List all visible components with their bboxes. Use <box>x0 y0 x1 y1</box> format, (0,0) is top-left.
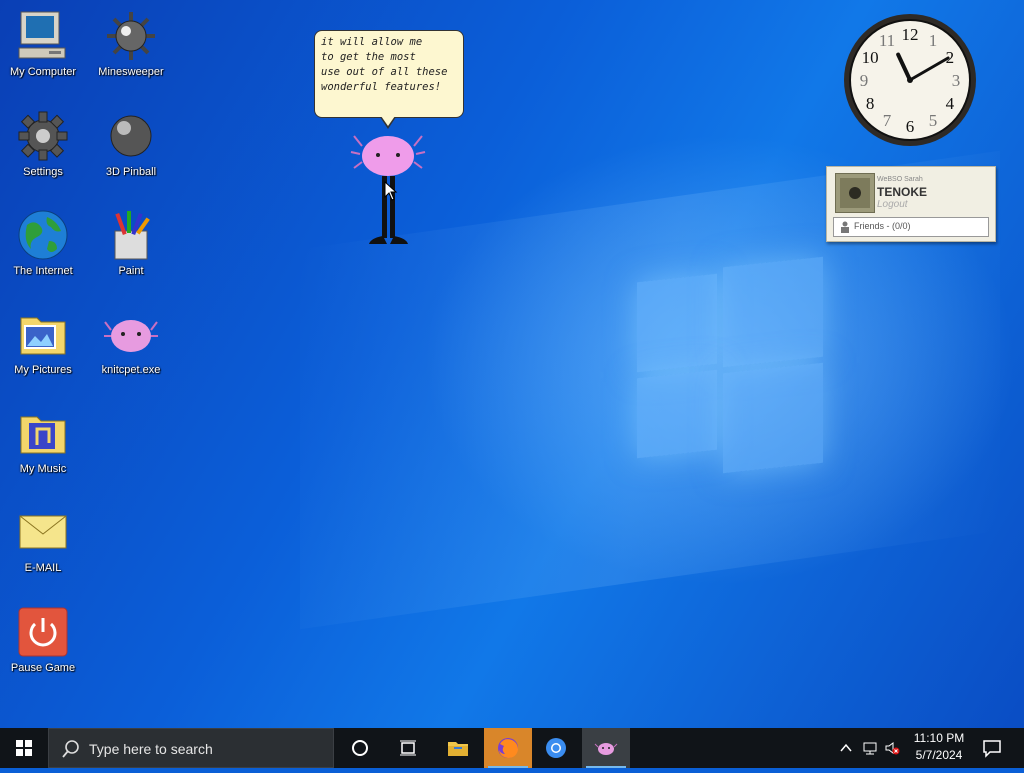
power-icon <box>18 607 68 657</box>
mine-icon <box>107 12 155 60</box>
clock-numeral: 12 <box>902 25 919 44</box>
music-folder-icon <box>20 416 66 454</box>
windows-start-icon <box>16 740 32 756</box>
chevron-up-icon[interactable] <box>838 740 854 756</box>
windows-logo-wallpaper <box>637 256 827 476</box>
folder-icon <box>448 742 468 756</box>
search-icon <box>62 740 79 758</box>
clock-numeral: 11 <box>879 31 895 50</box>
pictures-folder-icon <box>20 317 66 355</box>
desktop-icon-knitcpet[interactable]: knitcpet.exe <box>88 306 174 377</box>
clock-numeral: 8 <box>866 94 875 113</box>
desktop-icon-settings[interactable]: Settings <box>0 108 86 179</box>
friend-person-icon <box>841 221 849 233</box>
friends-label: Friends - (0/0) <box>854 221 911 231</box>
paint-icon <box>114 211 150 260</box>
network-icon[interactable] <box>862 740 878 756</box>
clock-numeral: 4 <box>946 94 955 113</box>
desktop-icon-3d-pinball[interactable]: 3D Pinball <box>88 108 174 179</box>
desktop-icon-label: Pause Game <box>10 662 76 674</box>
taskbar-file-explorer[interactable] <box>434 728 482 768</box>
taskbar-search-box[interactable]: Type here to search <box>48 728 334 768</box>
pinball-icon <box>110 115 152 157</box>
gear-icon <box>18 111 68 161</box>
task-view-icon <box>400 740 416 756</box>
widget-username: TENOKE <box>877 185 928 199</box>
desktop-icon-label: My Music <box>19 463 67 475</box>
desktop-icon-label: Minesweeper <box>98 66 164 78</box>
desktop-icon-label: My Pictures <box>14 364 72 376</box>
desktop-icon-label: My Computer <box>9 66 77 78</box>
speech-line: use out of all these <box>321 66 448 78</box>
task-view-button[interactable] <box>384 728 432 768</box>
search-placeholder: Type here to search <box>89 741 213 757</box>
logout-link[interactable]: Logout <box>877 199 908 210</box>
desktop-icon-internet[interactable]: The Internet <box>0 207 86 278</box>
taskbar-firefox[interactable] <box>484 728 532 768</box>
start-button[interactable] <box>0 728 48 768</box>
desktop-icon-label: The Internet <box>13 265 73 277</box>
desktop-icon-my-music[interactable]: My Music <box>0 405 86 476</box>
axolotl-icon <box>594 743 618 755</box>
cortana-circle-icon <box>352 740 368 756</box>
widget-subtitle: WeBSO Sarah <box>877 176 923 183</box>
clock-numeral: 3 <box>952 71 961 90</box>
speech-line: wonderful features! <box>321 81 442 93</box>
avatar-image-icon <box>840 178 870 208</box>
avatar[interactable] <box>835 173 875 213</box>
desktop-icon-pause-game[interactable]: Pause Game <box>0 604 86 675</box>
clock-numeral: 9 <box>860 71 869 90</box>
desktop-icon-label: knitcpet.exe <box>101 364 161 376</box>
desktop-icon-email[interactable]: E-MAIL <box>0 504 86 575</box>
clock-numeral: 1 <box>929 31 938 50</box>
desktop-icon-paint[interactable]: Paint <box>88 207 174 278</box>
volume-muted-icon[interactable] <box>884 740 900 756</box>
friends-list-button[interactable]: Friends - (0/0) <box>833 217 989 237</box>
clock-numeral: 5 <box>929 111 938 130</box>
clock-numeral: 10 <box>862 48 879 67</box>
chrome-icon <box>546 738 566 758</box>
desktop-icon-minesweeper[interactable]: Minesweeper <box>88 8 174 79</box>
bubble-tail-fill <box>381 116 395 126</box>
taskbar-date: 5/7/2024 <box>915 748 963 762</box>
messenger-widget: WeBSO Sarah TENOKE Logout Friends - (0/0… <box>826 166 996 242</box>
desktop-icon-label: 3D Pinball <box>105 166 157 178</box>
computer-icon <box>18 11 66 59</box>
taskbar-knitcpet[interactable] <box>582 728 630 768</box>
envelope-icon <box>19 515 67 549</box>
clock-numeral: 6 <box>906 117 915 136</box>
cortana-button[interactable] <box>336 728 384 768</box>
speech-line: it will allow me <box>321 36 423 48</box>
mouse-cursor-icon <box>384 181 398 201</box>
clock-numeral: 7 <box>883 111 892 130</box>
taskbar: Type here to search 11:10 PM 5/7/2024 <box>0 728 1024 768</box>
taskbar-time: 11:10 PM <box>913 731 965 745</box>
axolotl-icon <box>104 320 158 352</box>
desktop: My Computer Minesweeper Settings 3D Pinb… <box>0 0 1024 728</box>
firefox-icon <box>498 738 518 758</box>
globe-icon <box>18 210 68 260</box>
desktop-icon-label: Paint <box>118 265 144 277</box>
taskbar-chrome[interactable] <box>532 728 580 768</box>
desktop-icon-my-computer[interactable]: My Computer <box>0 8 86 79</box>
notification-icon[interactable] <box>980 736 1004 760</box>
desktop-icon-label: E-MAIL <box>24 562 62 574</box>
desktop-icon-label: Settings <box>23 166 63 178</box>
taskbar-clock[interactable]: 11:10 PM 5/7/2024 <box>904 730 974 764</box>
pet-speech-bubble: it will allow me to get the most use out… <box>314 30 464 118</box>
desktop-icon-my-pictures[interactable]: My Pictures <box>0 306 86 377</box>
analog-clock-widget: 12 1234567891011 <box>844 14 976 146</box>
speech-line: to get the most <box>321 51 416 63</box>
